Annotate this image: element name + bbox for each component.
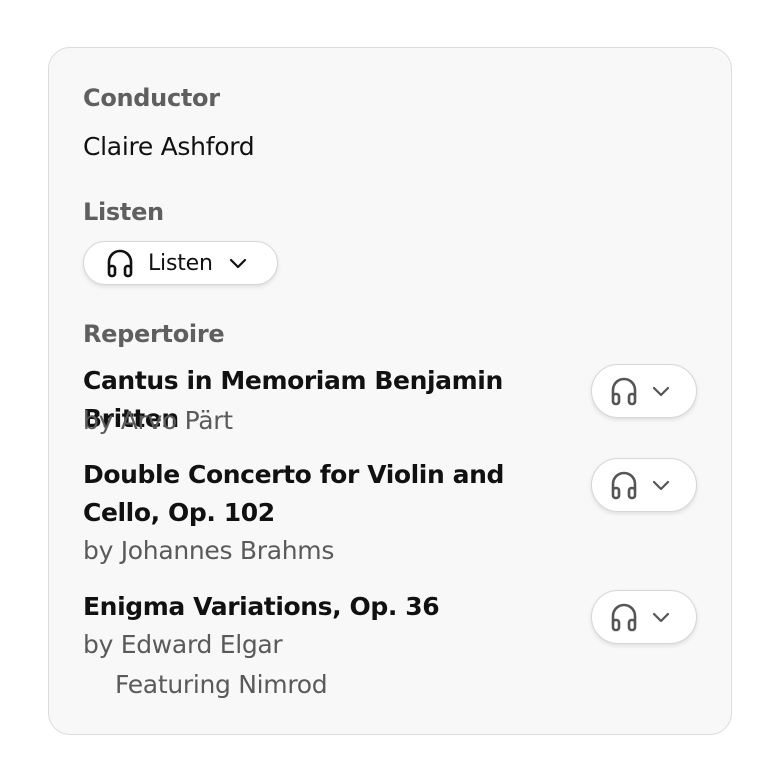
chevron-down-icon: [652, 611, 670, 623]
repertoire-item-composer: by Johannes Brahms: [83, 536, 335, 565]
repertoire-label: Repertoire: [83, 320, 225, 348]
chevron-down-icon: [652, 479, 670, 491]
repertoire-item-title: Double Concerto for Violin and Cello, Op…: [83, 460, 505, 527]
listen-item-button[interactable]: [591, 590, 697, 644]
headphones-icon: [610, 470, 638, 500]
repertoire-item-composer: by Arvo Pärt: [83, 406, 233, 435]
repertoire-item-title: Enigma Variations, Op. 36: [83, 592, 440, 621]
repertoire-item-composer: by Edward Elgar: [83, 630, 283, 659]
chevron-down-icon: [652, 385, 670, 397]
conductor-name: Claire Ashford: [83, 132, 255, 161]
listen-item-button[interactable]: [591, 458, 697, 512]
headphones-icon: [106, 248, 134, 278]
conductor-label: Conductor: [83, 84, 220, 112]
listen-item-button[interactable]: [591, 364, 697, 418]
headphones-icon: [610, 376, 638, 406]
conductor-card: Conductor Claire Ashford Listen Listen R…: [48, 47, 732, 735]
chevron-down-icon: [229, 257, 247, 269]
repertoire-item-note: Featuring Nimrod: [115, 670, 328, 699]
listen-dropdown-button[interactable]: Listen: [83, 241, 278, 285]
listen-button-label: Listen: [148, 250, 213, 276]
headphones-icon: [610, 602, 638, 632]
listen-label: Listen: [83, 198, 164, 226]
